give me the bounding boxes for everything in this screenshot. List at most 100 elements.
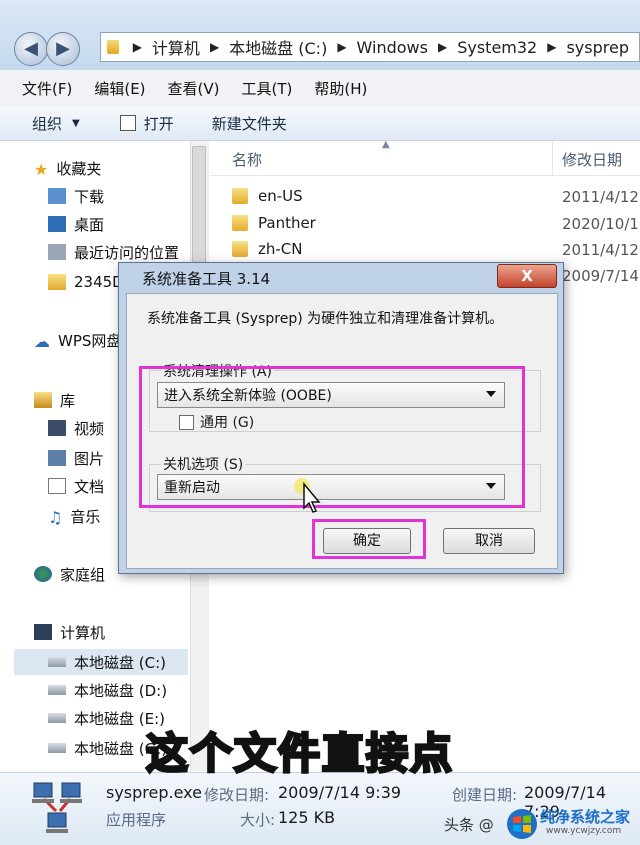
menu-tools[interactable]: 工具(T) [242, 78, 293, 99]
nav-computer[interactable]: 计算机 [34, 619, 105, 645]
new-folder-button[interactable]: 新建文件夹 [212, 113, 287, 134]
folder-icon [232, 215, 248, 231]
created-label: 创建日期: [452, 786, 518, 804]
file-row[interactable]: en-US [232, 183, 303, 209]
dialog-description: 系统准备工具 (Sysprep) 为硬件独立和清理准备计算机。 [147, 311, 504, 327]
sort-arrow-icon: ▲ [382, 139, 390, 150]
nav-label: 家庭组 [60, 565, 106, 584]
recent-places-icon [48, 244, 66, 260]
breadcrumb-item[interactable]: 本地磁盘 (C:) [229, 35, 327, 59]
close-icon: X [521, 267, 533, 285]
nav-scrollbar-thumb[interactable] [192, 146, 206, 276]
breadcrumb-item[interactable]: Windows [357, 38, 428, 57]
mouse-cursor-icon [294, 478, 321, 513]
nav-label: 本地磁盘 (D:) [74, 681, 168, 700]
nav-libraries[interactable]: 库 [34, 387, 75, 413]
nav-item-desktop[interactable]: 桌面 [48, 211, 104, 237]
file-row[interactable]: zh-CN [232, 236, 303, 262]
dropdown-arrow-icon: ▼ [72, 117, 80, 129]
breadcrumb-item[interactable]: System32 [457, 38, 537, 57]
site-logo: 纯净系统之家 www.ycwjzy.com [506, 806, 638, 842]
chevron-right-icon: ▶ [132, 40, 142, 54]
star-icon: ★ [34, 160, 49, 179]
cancel-button[interactable]: 取消 [443, 528, 535, 554]
video-icon [48, 420, 66, 436]
forward-arrow-icon: ▶ [56, 38, 70, 59]
video-caption: 这个文件直接点 [144, 728, 455, 780]
file-name: Panther [258, 214, 316, 232]
ok-highlight [312, 519, 426, 559]
chevron-right-icon: ▶ [547, 40, 557, 54]
nav-label: 计算机 [60, 623, 106, 642]
drive-icon [48, 657, 66, 667]
command-bar: 组织 ▼ 打开 新建文件夹 [0, 106, 640, 141]
modified-value: 2009/7/14 9:39 [278, 783, 402, 802]
desktop-icon [48, 216, 66, 232]
menu-edit[interactable]: 编辑(E) [94, 78, 145, 99]
nav-label: 收藏夹 [56, 159, 102, 178]
drive-icon [48, 713, 66, 723]
nav-wps[interactable]: ☁ WPS网盘 [34, 327, 121, 353]
organize-button[interactable]: 组织 ▼ [32, 113, 80, 134]
file-date: 2011/4/12 [562, 241, 639, 259]
toutiao-watermark: 头条 @ [444, 816, 494, 834]
site-url: www.ycwjzy.com [546, 826, 622, 836]
column-name[interactable]: 名称 [232, 149, 262, 170]
site-name: 纯净系统之家 [540, 808, 631, 826]
nav-favorites[interactable]: ★ 收藏夹 [34, 155, 101, 181]
menu-help[interactable]: 帮助(H) [314, 78, 367, 99]
file-date: 2020/10/16 [562, 215, 640, 233]
nav-drive-c[interactable]: 本地磁盘 (C:) [14, 649, 188, 675]
menu-file[interactable]: 文件(F) [22, 78, 72, 99]
nav-item-documents[interactable]: 文档 [48, 473, 104, 499]
nav-label: 图片 [74, 449, 105, 468]
nav-item-downloads[interactable]: 下载 [48, 183, 104, 209]
nav-label: 桌面 [74, 215, 105, 234]
computer-icon [34, 624, 52, 640]
drive-icon [48, 685, 66, 695]
nav-label: 库 [60, 391, 76, 410]
pictures-icon [48, 450, 66, 466]
folder-icon [48, 274, 66, 290]
nav-label: 本地磁盘 (C:) [74, 653, 166, 672]
file-row[interactable]: Panther [232, 210, 316, 236]
nav-homegroup[interactable]: 家庭组 [34, 561, 105, 587]
chevron-right-icon: ▶ [337, 40, 347, 54]
modified-label: 修改日期: [204, 786, 270, 804]
selected-file-name: sysprep.exe [106, 783, 202, 802]
address-breadcrumb[interactable]: ▶ 计算机 ▶ 本地磁盘 (C:) ▶ Windows ▶ System32 ▶… [100, 32, 640, 62]
chevron-right-icon: ▶ [437, 40, 448, 54]
libraries-icon [34, 392, 52, 408]
back-button[interactable]: ◀ [14, 32, 48, 66]
menu-view[interactable]: 查看(V) [168, 78, 220, 99]
nav-label: 2345D [74, 273, 124, 291]
options-highlight [139, 366, 525, 508]
column-modified[interactable]: 修改日期 [562, 149, 622, 170]
dialog-title: 系统准备工具 3.14 [142, 270, 271, 288]
nav-drive-d[interactable]: 本地磁盘 (D:) [48, 677, 167, 703]
folder-icon [232, 241, 248, 257]
file-name: zh-CN [258, 240, 303, 258]
drive-icon [48, 743, 66, 753]
folder-icon [107, 40, 119, 54]
nav-item-pictures[interactable]: 图片 [48, 445, 104, 471]
breadcrumb-item[interactable]: sysprep [566, 38, 629, 57]
open-label: 打开 [143, 114, 174, 133]
file-type: 应用程序 [106, 811, 167, 829]
file-name: en-US [258, 187, 303, 205]
column-divider [552, 141, 553, 175]
dialog-close-button[interactable]: X [497, 264, 557, 288]
nav-item-music[interactable]: ♫ 音乐 [48, 503, 100, 529]
organize-label: 组织 [32, 114, 63, 133]
size-label: 大小: [240, 811, 276, 829]
open-file-icon [119, 115, 136, 131]
nav-item-videos[interactable]: 视频 [48, 415, 104, 441]
folder-icon [232, 188, 248, 204]
breadcrumb-item[interactable]: 计算机 [152, 35, 200, 59]
nav-label: 文档 [74, 477, 105, 496]
downloads-icon [48, 188, 66, 204]
open-button[interactable]: 打开 [119, 113, 174, 134]
nav-item-2345d[interactable]: 2345D [48, 269, 124, 295]
homegroup-icon [34, 566, 52, 582]
forward-button[interactable]: ▶ [46, 32, 80, 66]
